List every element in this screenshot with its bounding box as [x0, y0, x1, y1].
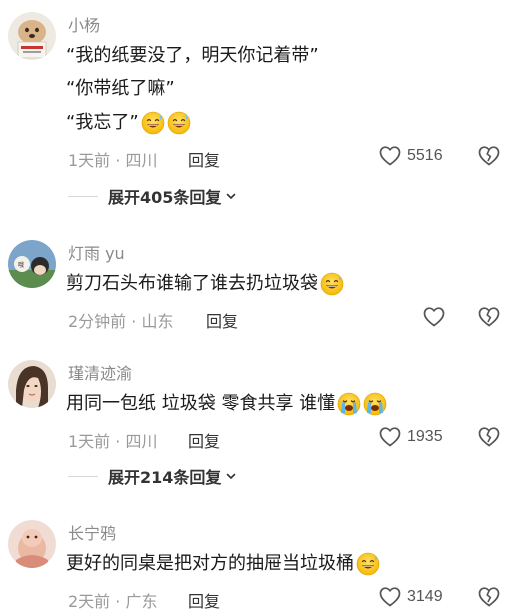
like-button[interactable]: 1935	[378, 425, 443, 449]
comment-time-location: 2分钟前 · 山东	[68, 312, 174, 331]
grinning-sweat-emoji	[141, 111, 165, 135]
divider-line	[68, 475, 98, 477]
dislike-button[interactable]	[477, 585, 501, 613]
like-count: 5516	[407, 147, 443, 164]
comment-text-line: “我忘了”	[66, 111, 191, 135]
grinning-sweat-emoji	[167, 111, 191, 135]
comment-text: 用同一包纸 垃圾袋 零食共享 谁懂	[66, 393, 336, 414]
comment-item: 小杨 “我的纸要没了，明天你记着带” “你带纸了嘛” “我忘了” 1天前 · 四…	[0, 0, 526, 210]
reply-button[interactable]: 回复	[188, 428, 220, 452]
like-button[interactable]: 5516	[378, 144, 443, 168]
reply-button[interactable]: 回复	[188, 588, 220, 612]
expand-replies-button[interactable]: 展开214条回复	[68, 464, 237, 488]
reply-button[interactable]: 回复	[206, 308, 238, 332]
comment-text-line: “我的纸要没了，明天你记着带”	[66, 45, 319, 66]
grinning-sweat-emoji	[320, 272, 344, 296]
comment-item: 瑾清迹渝 用同一包纸 垃圾袋 零食共享 谁懂 1天前 · 四川 回复 1935 …	[0, 356, 526, 506]
chevron-down-icon	[225, 467, 237, 486]
dislike-button[interactable]	[477, 425, 501, 453]
like-button[interactable]	[422, 305, 446, 329]
username[interactable]: 瑾清迹渝	[68, 360, 132, 384]
username[interactable]: 长宁鸦	[68, 520, 116, 544]
comment-text: 剪刀石头布谁输了谁去扔垃圾袋	[66, 273, 318, 294]
comment-time-location: 2天前 · 广东	[68, 592, 158, 611]
like-count: 3149	[407, 588, 443, 605]
like-count: 1935	[407, 428, 443, 445]
avatar[interactable]	[8, 360, 56, 408]
svg-text:哦: 哦	[18, 261, 24, 269]
username[interactable]: 灯雨 yu	[68, 240, 125, 264]
dislike-button[interactable]	[477, 144, 501, 172]
broken-heart-icon	[477, 144, 501, 168]
comment-text-line: 用同一包纸 垃圾袋 零食共享 谁懂	[66, 392, 387, 416]
comment-text-line: 剪刀石头布谁输了谁去扔垃圾袋	[66, 272, 344, 296]
username[interactable]: 小杨	[68, 12, 100, 36]
comment-item: 长宁鸦 更好的同桌是把对方的抽屉当垃圾桶 2天前 · 广东 回复 3149	[0, 516, 526, 616]
comment-time-location: 1天前 · 四川	[68, 432, 158, 451]
broken-heart-icon	[477, 585, 501, 609]
reply-button[interactable]: 回复	[188, 147, 220, 171]
avatar[interactable]: 哦	[8, 240, 56, 288]
like-button[interactable]: 3149	[378, 585, 443, 609]
crying-emoji	[337, 392, 361, 416]
heart-icon	[378, 144, 402, 168]
grinning-sweat-emoji	[356, 552, 380, 576]
divider-line	[68, 195, 98, 197]
heart-icon	[378, 585, 402, 609]
expand-replies-button[interactable]: 展开405条回复	[68, 184, 237, 208]
comment-item: 哦 灯雨 yu 剪刀石头布谁输了谁去扔垃圾袋 2分钟前 · 山东 回复	[0, 230, 526, 340]
avatar[interactable]	[8, 12, 56, 60]
broken-heart-icon	[477, 305, 501, 329]
comment-time-location: 1天前 · 四川	[68, 151, 158, 170]
dislike-button[interactable]	[477, 305, 501, 333]
avatar[interactable]	[8, 520, 56, 568]
chevron-down-icon	[225, 187, 237, 206]
comment-text: “我忘了”	[66, 112, 139, 133]
comment-text: 更好的同桌是把对方的抽屉当垃圾桶	[66, 553, 354, 574]
heart-icon	[378, 425, 402, 449]
expand-replies-label: 展开405条回复	[108, 188, 222, 207]
broken-heart-icon	[477, 425, 501, 449]
expand-replies-label: 展开214条回复	[108, 468, 222, 487]
heart-icon	[422, 305, 446, 329]
comment-text-line: 更好的同桌是把对方的抽屉当垃圾桶	[66, 552, 380, 576]
crying-emoji	[363, 392, 387, 416]
comment-text-line: “你带纸了嘛”	[66, 78, 175, 99]
